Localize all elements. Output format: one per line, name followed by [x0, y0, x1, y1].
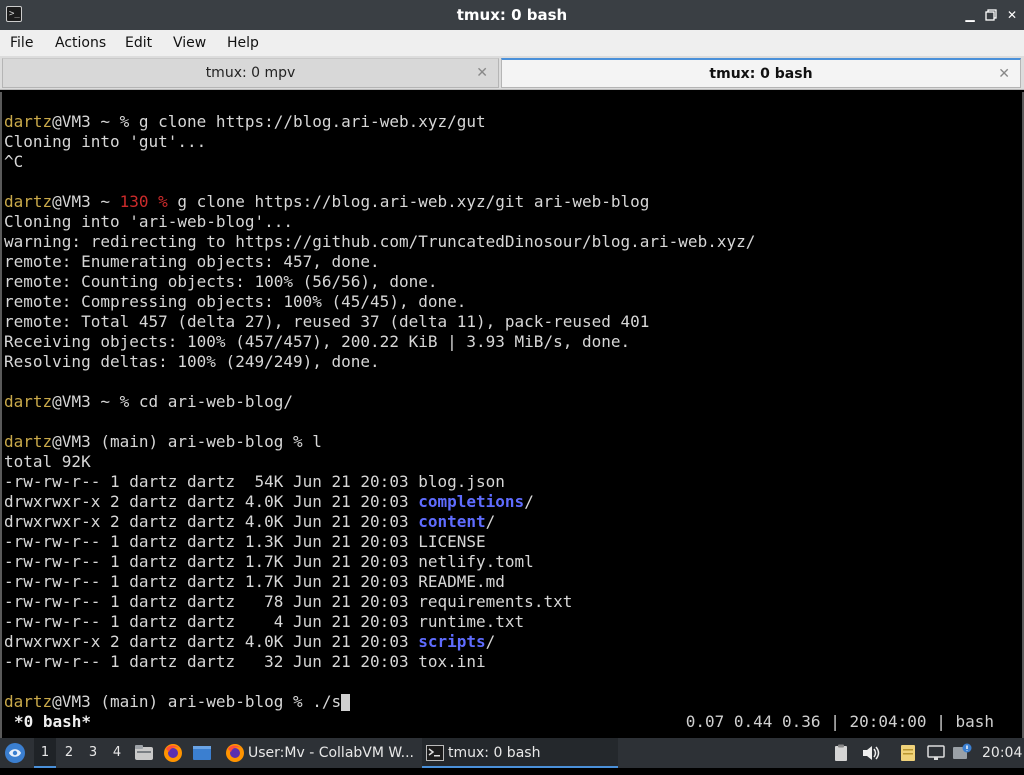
file-listing-row: drwxrwxr-x 2 dartz dartz 4.0K Jun 21 20:… [4, 492, 534, 511]
tmux-status-right: 0.07 0.44 0.36 | 20:04:00 | bash [685, 712, 994, 731]
terminal-line: remote: Compressing objects: 100% (45/45… [4, 292, 467, 311]
terminal-line: remote: Counting objects: 100% (56/56), … [4, 272, 438, 291]
menu-file[interactable]: File [10, 30, 33, 56]
clock[interactable]: 20:04 [982, 738, 1022, 768]
tmux-clock: 20:04:00 [849, 712, 927, 731]
terminal-prompt-line[interactable]: dartz@VM3 (main) ari-web-blog % ./s [4, 692, 351, 712]
workspace-3[interactable]: 3 [82, 738, 104, 768]
workspace-4[interactable]: 4 [106, 738, 128, 768]
task-label: tmux: 0 bash [448, 745, 541, 761]
tab-label: tmux: 0 bash [709, 66, 813, 82]
tmux-session: bash [955, 712, 994, 731]
terminal-line: dartz@VM3 (main) ari-web-blog % l [4, 432, 322, 451]
file-name: blog.json [418, 472, 505, 491]
tab-bash[interactable]: tmux: 0 bash ✕ [501, 58, 1021, 88]
window-title: tmux: 0 bash [456, 6, 568, 24]
volume-icon[interactable] [862, 738, 882, 768]
menu-view[interactable]: View [173, 30, 206, 56]
file-name: runtime.txt [418, 612, 525, 631]
firefox-icon[interactable] [163, 738, 185, 768]
file-listing-row: drwxrwxr-x 2 dartz dartz 4.0K Jun 21 20:… [4, 512, 496, 531]
task-label: User:Mv - CollabVM W... [248, 745, 414, 761]
tab-close-icon[interactable]: ✕ [998, 60, 1010, 88]
task-terminal[interactable]: tmux: 0 bash [422, 738, 618, 768]
dir-name: scripts [418, 632, 486, 651]
tab-bar: tmux: 0 mpv ✕ tmux: 0 bash ✕ [0, 56, 1024, 90]
workspace-2[interactable]: 2 [58, 738, 80, 768]
file-listing-row: -rw-rw-r-- 1 dartz dartz 54K Jun 21 20:0… [4, 472, 505, 491]
terminal-line: dartz@VM3 ~ % g clone https://blog.ari-w… [4, 112, 486, 131]
file-listing-row: -rw-rw-r-- 1 dartz dartz 78 Jun 21 20:03… [4, 592, 573, 611]
terminal-line: remote: Enumerating objects: 457, done. [4, 252, 380, 271]
tab-close-icon[interactable]: ✕ [476, 59, 488, 87]
terminal-line: remote: Total 457 (delta 27), reused 37 … [4, 312, 650, 331]
notes-icon[interactable] [900, 738, 920, 768]
terminal-line: dartz@VM3 ~ % cd ari-web-blog/ [4, 392, 293, 411]
terminal-area[interactable]: dartz@VM3 ~ % g clone https://blog.ari-w… [0, 92, 1024, 738]
file-name: LICENSE [418, 532, 486, 551]
terminal-line: warning: redirecting to https://github.c… [4, 232, 756, 251]
terminal-line: dartz@VM3 ~ 130 % g clone https://blog.a… [4, 192, 650, 211]
terminal-line: Cloning into 'ari-web-blog'... [4, 212, 293, 231]
minimize-icon[interactable]: ▁ [962, 7, 978, 23]
clipboard-icon[interactable] [834, 738, 854, 768]
task-firefox[interactable]: User:Mv - CollabVM W... [222, 738, 418, 768]
file-listing-row: -rw-rw-r-- 1 dartz dartz 32 Jun 21 20:03… [4, 652, 486, 671]
menu-bar: File Actions Edit View Help [0, 30, 1024, 56]
text-cursor [341, 694, 351, 711]
window-titlebar[interactable]: >_ tmux: 0 bash ▁ ✕ [0, 0, 1024, 30]
tab-mpv[interactable]: tmux: 0 mpv ✕ [2, 58, 499, 88]
file-name: tox.ini [418, 652, 486, 671]
file-listing-row: drwxrwxr-x 2 dartz dartz 4.0K Jun 21 20:… [4, 632, 496, 651]
menu-help[interactable]: Help [227, 30, 259, 56]
file-listing-row: -rw-rw-r-- 1 dartz dartz 4 Jun 21 20:03 … [4, 612, 525, 631]
file-listing-row: -rw-rw-r-- 1 dartz dartz 1.3K Jun 21 20:… [4, 532, 486, 551]
terminal-line: total 92K [4, 452, 91, 471]
menu-edit[interactable]: Edit [125, 30, 152, 56]
terminal-line: ^C [4, 152, 24, 171]
close-icon[interactable]: ✕ [1004, 7, 1020, 23]
tmux-window-label[interactable]: *0 bash* [14, 712, 91, 732]
terminal-line: Resolving deltas: 100% (249/249), done. [4, 352, 380, 371]
file-name: netlify.toml [418, 552, 534, 571]
terminal-line: Cloning into 'gut'... [4, 132, 207, 151]
taskbar: 1 2 3 4 User:Mv - CollabVM W... tmux: 0 … [0, 738, 1024, 768]
network-icon[interactable] [927, 738, 947, 768]
file-listing-row: -rw-rw-r-- 1 dartz dartz 1.7K Jun 21 20:… [4, 552, 534, 571]
file-manager-icon[interactable] [134, 738, 156, 768]
tab-label: tmux: 0 mpv [205, 65, 296, 81]
start-menu-icon[interactable] [4, 738, 28, 768]
firefox-icon [226, 744, 244, 762]
dir-name: completions [418, 492, 525, 511]
exit-code: 130 % [119, 192, 168, 211]
update-notifier-icon[interactable] [952, 738, 976, 768]
show-desktop-icon[interactable] [192, 738, 214, 768]
tmux-status-line: *0 bash* 0.07 0.44 0.36 | 20:04:00 | bas… [2, 712, 1022, 732]
menu-actions[interactable]: Actions [55, 30, 106, 56]
load-average: 0.07 0.44 0.36 [685, 712, 821, 731]
workspace-1[interactable]: 1 [34, 738, 56, 768]
restore-icon[interactable] [983, 7, 999, 23]
file-name: README.md [418, 572, 505, 591]
file-listing-row: -rw-rw-r-- 1 dartz dartz 1.7K Jun 21 20:… [4, 572, 505, 591]
dir-name: content [418, 512, 486, 531]
terminal-line: Receiving objects: 100% (457/457), 200.2… [4, 332, 631, 351]
file-name: requirements.txt [418, 592, 573, 611]
terminal-icon [426, 745, 444, 761]
